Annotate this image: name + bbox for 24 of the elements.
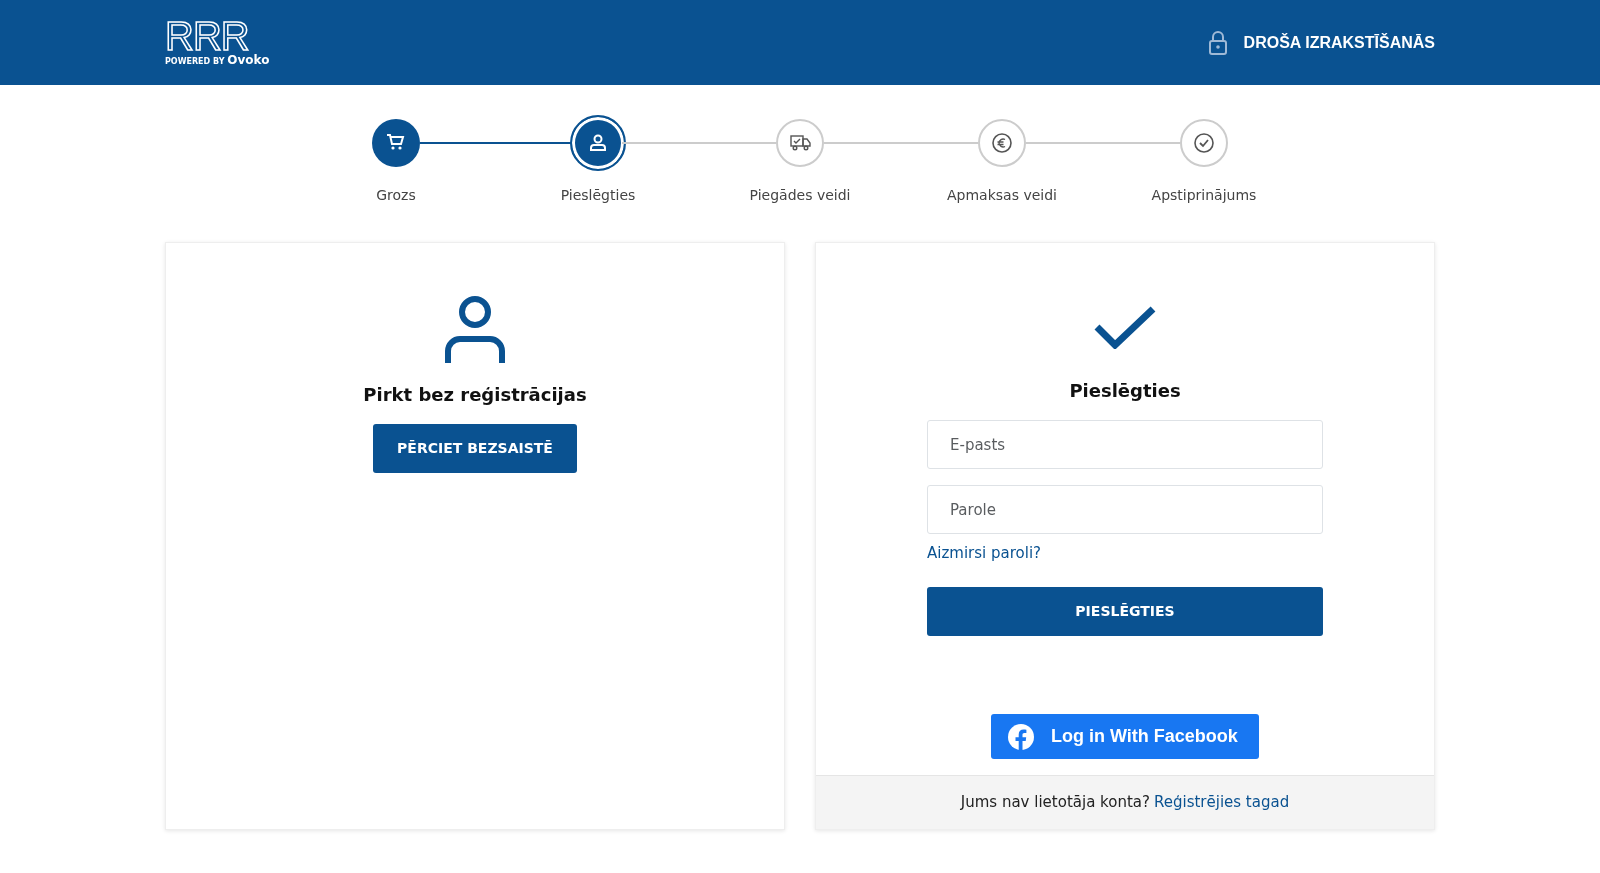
guest-title: Pirkt bez reģistrācijas bbox=[363, 383, 587, 407]
lock-icon bbox=[1207, 30, 1228, 55]
guest-checkout-button[interactable]: PĒRCIET BEZSAISTĒ bbox=[373, 424, 577, 473]
logo: RRR bbox=[165, 17, 249, 54]
login-button[interactable]: PIESLĒGTIES bbox=[927, 587, 1323, 636]
no-account-text: Jums nav lietotāja konta? bbox=[960, 792, 1150, 814]
step-label: Apmaksas veidi bbox=[946, 186, 1058, 205]
euro-icon bbox=[990, 131, 1014, 155]
checkmark-icon bbox=[1094, 305, 1156, 349]
step-label: Piegādes veidi bbox=[748, 186, 852, 205]
step-label: Apstiprinājums bbox=[1150, 186, 1258, 205]
step-label: Grozs bbox=[375, 186, 417, 205]
register-link[interactable]: Reģistrējies tagad bbox=[1153, 791, 1290, 814]
facebook-login-button[interactable]: Log in With Facebook bbox=[991, 714, 1259, 759]
secure-checkout-label: DROŠA IZRAKSTĪŠANĀS bbox=[1243, 32, 1435, 53]
facebook-icon bbox=[1007, 722, 1035, 751]
check-circle-icon bbox=[1192, 131, 1216, 155]
email-field[interactable]: E-pasts bbox=[927, 420, 1323, 469]
logo-tagline: POWERED BY Ovoko bbox=[165, 53, 270, 68]
user-icon bbox=[444, 295, 506, 365]
forgot-password-link[interactable]: Aizmirsi paroli? bbox=[927, 542, 1042, 565]
password-field[interactable]: Parole bbox=[927, 485, 1323, 534]
login-title: Pieslēgties bbox=[1069, 379, 1181, 403]
step-label: Pieslēgties bbox=[559, 186, 637, 205]
